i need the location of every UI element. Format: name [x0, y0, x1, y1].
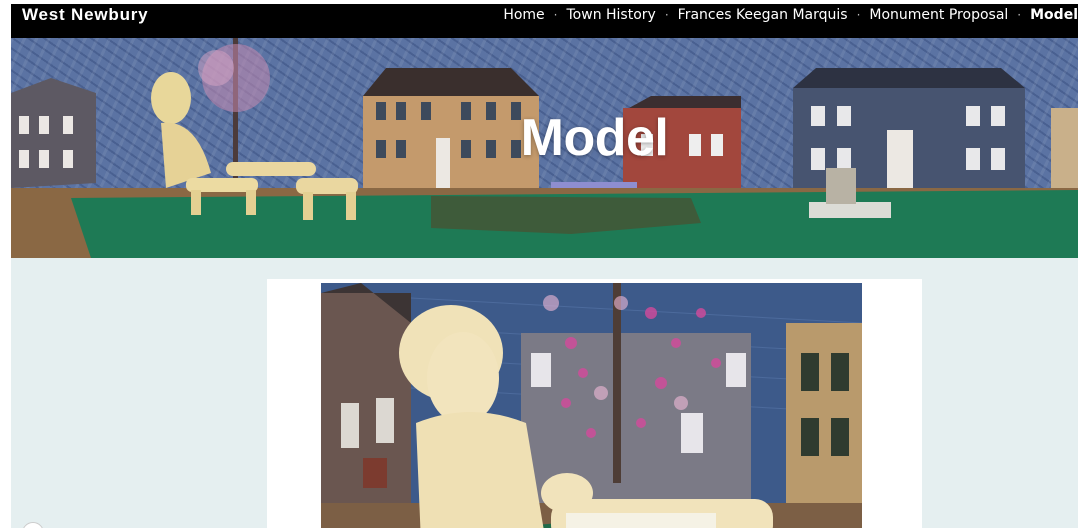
- nav-separator: ·: [1017, 8, 1022, 22]
- model-closeup-image: [321, 283, 862, 528]
- main-nav: Home · Town History · Frances Keegan Mar…: [503, 4, 1078, 26]
- title-underline: [551, 182, 637, 188]
- nav-item-town-history[interactable]: Town History: [567, 7, 656, 23]
- nav-item-home[interactable]: Home: [503, 7, 544, 23]
- nav-item-frances-keegan-marquis[interactable]: Frances Keegan Marquis: [678, 7, 848, 23]
- page-title: Model: [520, 109, 669, 167]
- model-photo: [321, 283, 862, 528]
- hero-banner: Model: [11, 38, 1078, 258]
- site-title[interactable]: West Newbury: [22, 4, 148, 38]
- nav-separator: ·: [664, 8, 669, 22]
- nav-item-model[interactable]: Model: [1030, 7, 1078, 23]
- nav-separator: ·: [856, 8, 861, 22]
- nav-item-monument-proposal[interactable]: Monument Proposal: [869, 7, 1008, 23]
- page: West Newbury Home · Town History · Franc…: [11, 4, 1078, 528]
- top-navbar: West Newbury Home · Town History · Franc…: [11, 4, 1078, 38]
- scroll-indicator[interactable]: [22, 522, 44, 528]
- nav-separator: ·: [553, 8, 558, 22]
